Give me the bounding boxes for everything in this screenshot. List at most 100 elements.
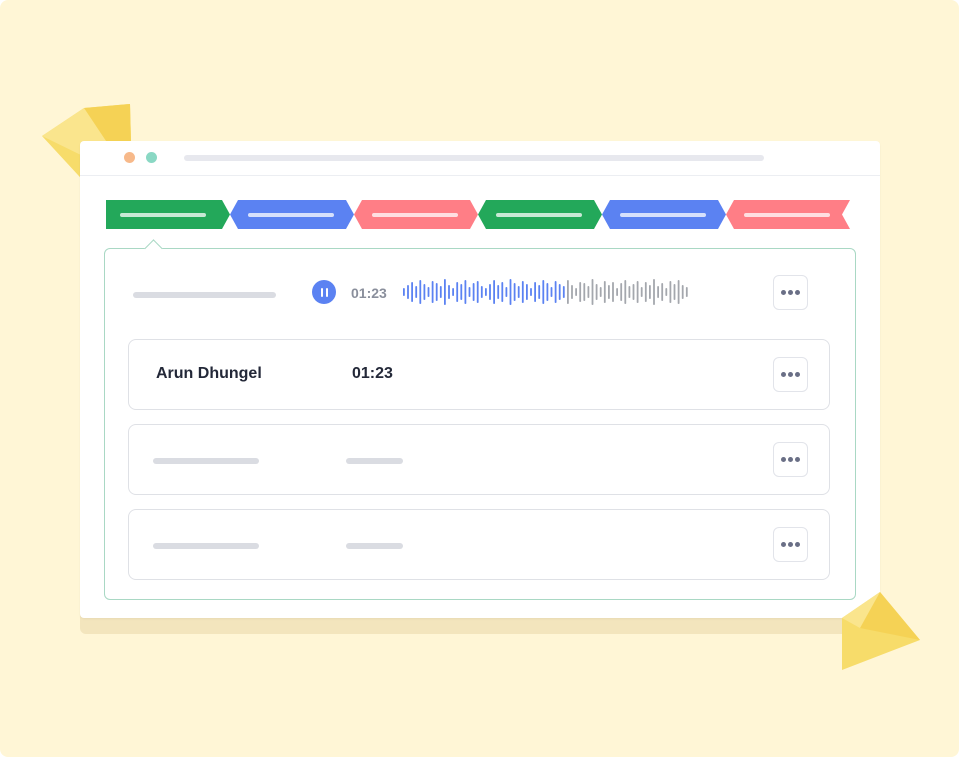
- segment-tab-5[interactable]: [602, 200, 726, 229]
- waveform-bar: [452, 288, 454, 296]
- waveform-bar: [579, 282, 582, 302]
- waveform-bar: [649, 285, 651, 299]
- segment-label-placeholder: [744, 213, 830, 217]
- segment-label-placeholder: [248, 213, 334, 217]
- segment-tab-2[interactable]: [230, 200, 354, 229]
- segment-label-placeholder: [372, 213, 458, 217]
- waveform-bar: [517, 286, 520, 298]
- waveform-bar: [403, 288, 405, 296]
- row-more-button[interactable]: [773, 527, 808, 562]
- waveform-bar: [653, 279, 655, 305]
- waveform-bar: [677, 280, 680, 304]
- waveform-bar: [472, 283, 475, 301]
- more-horizontal-icon: [780, 290, 786, 295]
- waveform-bar: [644, 282, 647, 302]
- recording-name: Arun Dhungel: [156, 365, 262, 382]
- recording-duration: 01:23: [352, 365, 393, 382]
- waveform-bar: [513, 283, 516, 301]
- waveform-bar: [468, 287, 471, 297]
- waveform-bar: [640, 287, 643, 297]
- segment-tab-4[interactable]: [478, 200, 602, 229]
- waveform-bar: [431, 281, 434, 303]
- waveform-bar: [505, 287, 508, 297]
- waveform-bar: [567, 280, 569, 304]
- player-more-button[interactable]: [773, 275, 808, 310]
- recording-row-placeholder[interactable]: [128, 424, 830, 495]
- pause-icon: [320, 287, 323, 297]
- name-placeholder: [153, 458, 259, 464]
- waveform-bar: [657, 286, 659, 298]
- segment-label-placeholder: [120, 213, 206, 217]
- title-bar: [80, 141, 880, 176]
- waveform-bar: [427, 287, 430, 297]
- waveform-bar: [542, 280, 545, 304]
- segment-label-placeholder: [496, 213, 582, 217]
- waveform-bar: [632, 284, 635, 300]
- audio-waveform[interactable]: [401, 277, 697, 307]
- segment-tabs: [106, 200, 850, 229]
- waveform-bar: [448, 285, 450, 299]
- waveform-bar: [591, 279, 594, 305]
- waveform-bar: [546, 283, 549, 301]
- waveform-bar: [612, 282, 614, 302]
- waveform-bar: [476, 281, 479, 303]
- waveform-bar: [415, 286, 418, 298]
- waveform-bar: [616, 288, 618, 296]
- recording-row-placeholder[interactable]: [128, 509, 830, 580]
- waveform-bar: [595, 284, 598, 300]
- duration-placeholder: [346, 458, 403, 464]
- waveform-bar: [575, 288, 577, 296]
- waveform-bar: [456, 282, 459, 302]
- window-dot-orange: [124, 152, 135, 163]
- address-bar[interactable]: [184, 155, 764, 161]
- more-horizontal-icon: [780, 457, 786, 462]
- waveform-bar: [534, 282, 536, 302]
- waveform-bar: [587, 286, 590, 298]
- waveform-bar: [521, 281, 524, 303]
- waveform-bar: [562, 286, 565, 298]
- waveform-bar: [558, 284, 561, 300]
- waveform-bar: [628, 286, 631, 298]
- waveform-bar: [661, 283, 664, 301]
- waveform-bar: [407, 285, 409, 299]
- waveform-bar: [599, 287, 602, 297]
- row-more-button[interactable]: [773, 357, 808, 392]
- waveform-bar: [423, 284, 426, 300]
- recordings-panel: 01:23 Arun Dhungel 01:23: [104, 239, 856, 600]
- waveform-bar: [411, 282, 413, 302]
- waveform-bar: [526, 284, 528, 300]
- waveform-bar: [583, 283, 586, 301]
- waveform-bar: [485, 288, 487, 296]
- waveform-bar: [538, 285, 541, 299]
- waveform-bar: [550, 287, 553, 297]
- decorative-gem-bottom-right: [842, 592, 920, 670]
- waveform-bar: [603, 281, 606, 303]
- waveform-bar: [636, 281, 639, 303]
- waveform-bar: [554, 281, 557, 303]
- waveform-bar: [673, 284, 676, 300]
- waveform-bar: [489, 284, 491, 300]
- player-title-placeholder: [133, 292, 276, 298]
- name-placeholder: [153, 543, 259, 549]
- segment-tab-1[interactable]: [106, 200, 230, 229]
- pause-button[interactable]: [312, 280, 336, 304]
- player-time: 01:23: [351, 285, 387, 301]
- waveform-bar: [435, 283, 438, 301]
- app-window: 01:23 Arun Dhungel 01:23: [80, 141, 880, 618]
- duration-placeholder: [346, 543, 403, 549]
- waveform-bar: [685, 287, 688, 297]
- waveform-bar: [608, 285, 610, 299]
- row-more-button[interactable]: [773, 442, 808, 477]
- more-horizontal-icon: [780, 372, 786, 377]
- recording-row[interactable]: Arun Dhungel 01:23: [128, 339, 830, 410]
- waveform-bar: [460, 284, 463, 300]
- waveform-bar: [669, 281, 672, 303]
- waveform-bar: [620, 283, 623, 301]
- waveform-bar: [497, 285, 500, 299]
- waveform-bar: [444, 279, 446, 305]
- window-dot-teal: [146, 152, 157, 163]
- more-horizontal-icon: [780, 542, 786, 547]
- segment-tab-6[interactable]: [726, 200, 850, 229]
- waveform-bar: [624, 280, 627, 304]
- segment-tab-3[interactable]: [354, 200, 478, 229]
